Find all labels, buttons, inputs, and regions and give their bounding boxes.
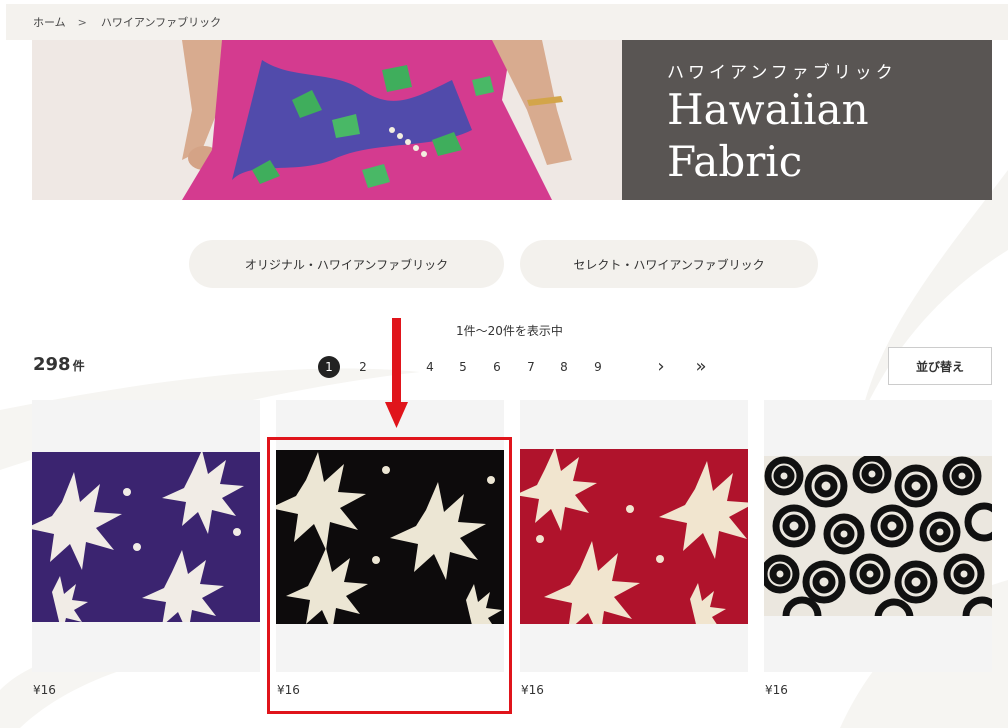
results-unit: 件 [72,359,85,373]
breadcrumb-home-link[interactable]: ホーム [33,14,66,30]
breadcrumb: ホーム > ハワイアンファブリック [6,4,1008,40]
product-thumbnail[interactable] [32,400,260,672]
page-9-button[interactable]: 9 [587,356,609,378]
page-6-button[interactable]: 6 [486,356,508,378]
page-2-button[interactable]: 2 [352,356,374,378]
page-7-button[interactable]: 7 [520,356,542,378]
product-price: ¥16 [33,683,56,697]
category-select-button[interactable]: セレクト・ハワイアンファブリック [520,240,818,288]
results-total: 298 [33,354,71,375]
annotation-arrow [385,318,408,428]
annotation-highlight-box [267,437,512,714]
fabric-swatch-image [32,452,260,622]
hero-title-en-line1: Hawaiian [667,85,869,134]
hero-model-image [32,40,622,200]
product-card[interactable]: ¥16 [32,400,260,697]
page-4-button[interactable]: 4 [419,356,441,378]
hero-title-en: Hawaiian Fabric [667,84,869,188]
page-8-button[interactable]: 8 [553,356,575,378]
page-1-button[interactable]: 1 [318,356,340,378]
page-5-button[interactable]: 5 [452,356,474,378]
results-range-text: 1件〜20件を表示中 [456,324,563,338]
results-count: 298 件 [33,354,85,375]
next-page-button[interactable]: › [650,356,672,378]
last-page-button[interactable]: » [690,356,712,378]
product-thumbnail[interactable] [764,400,992,672]
hero-title-en-line2: Fabric [667,137,803,186]
product-thumbnail[interactable] [520,400,748,672]
breadcrumb-separator: > [77,15,87,29]
product-card[interactable]: ¥16 [520,400,748,697]
sort-button[interactable]: 並び替え [888,347,992,385]
hero-title-box: ハワイアンファブリック Hawaiian Fabric [622,40,992,200]
hero-banner: ハワイアンファブリック Hawaiian Fabric [32,40,992,200]
product-price: ¥16 [521,683,544,697]
product-price: ¥16 [765,683,788,697]
product-card[interactable]: ¥16 [764,400,992,697]
fabric-swatch-image [764,456,992,616]
hero-title-jp: ハワイアンファブリック [667,63,897,83]
category-original-button[interactable]: オリジナル・ハワイアンファブリック [189,240,504,288]
breadcrumb-current: ハワイアンファブリック [100,16,222,29]
fabric-swatch-image [520,449,748,624]
